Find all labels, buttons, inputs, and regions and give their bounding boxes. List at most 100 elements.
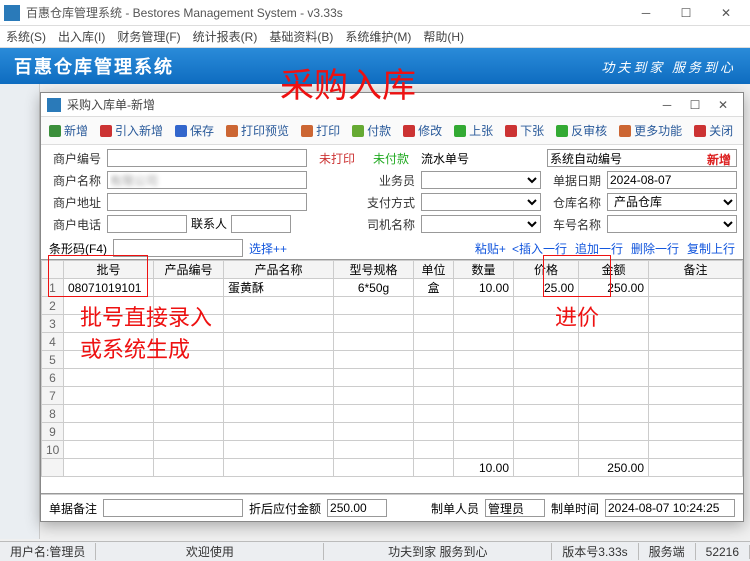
dialog-close-button[interactable]: ✕ — [709, 98, 737, 112]
maker-input — [485, 499, 545, 517]
warehouse-select[interactable]: 产品仓库 — [607, 193, 737, 211]
menu-report[interactable]: 统计报表(R) — [193, 28, 258, 45]
table-row[interactable]: 3 — [42, 315, 743, 333]
pay-select[interactable] — [421, 193, 541, 211]
menu-basic[interactable]: 基础资料(B) — [269, 28, 333, 45]
col-code[interactable]: 产品编号 — [154, 261, 224, 279]
add-button[interactable]: 新增 — [45, 120, 92, 141]
col-amt[interactable]: 金额 — [579, 261, 649, 279]
import-icon — [100, 125, 112, 137]
maximize-button[interactable]: ☐ — [666, 2, 706, 24]
import-button[interactable]: 引入新增 — [96, 120, 167, 141]
supplier-no-input[interactable] — [107, 149, 307, 167]
col-batch[interactable]: 批号 — [64, 261, 154, 279]
menu-maintain[interactable]: 系统维护(M) — [345, 28, 411, 45]
col-note[interactable]: 备注 — [649, 261, 743, 279]
status-user: 管理员 — [49, 545, 85, 559]
contact-input[interactable] — [231, 215, 291, 233]
plus-icon — [49, 125, 61, 137]
append-row-link[interactable]: 追加一行 — [575, 240, 623, 257]
table-row[interactable]: 2 — [42, 297, 743, 315]
print-icon — [301, 125, 313, 137]
copy-row-link[interactable]: 复制上行 — [687, 240, 735, 257]
sidebar — [0, 84, 40, 539]
serial-label: 流水单号 — [421, 150, 469, 167]
delete-row-link[interactable]: 删除一行 — [631, 240, 679, 257]
dialog-icon — [47, 98, 61, 112]
warehouse-label: 仓库名称 — [547, 194, 601, 211]
minimize-button[interactable]: ─ — [626, 2, 666, 24]
app-icon — [4, 5, 20, 21]
dialog-min-button[interactable]: ─ — [653, 98, 681, 112]
col-qty[interactable]: 数量 — [454, 261, 514, 279]
select-link[interactable]: 选择++ — [249, 240, 287, 257]
col-name[interactable]: 产品名称 — [224, 261, 334, 279]
addr-label: 商户地址 — [49, 194, 101, 211]
print-button[interactable]: 打印 — [297, 120, 344, 141]
table-row[interactable]: 5 — [42, 351, 743, 369]
barcode-input[interactable] — [113, 239, 243, 257]
discount-input[interactable] — [327, 499, 387, 517]
paste-link[interactable]: 粘贴+ — [475, 240, 506, 257]
more-button[interactable]: 更多功能 — [615, 120, 686, 141]
discount-label: 折后应付金额 — [249, 500, 321, 517]
date-input[interactable] — [607, 171, 737, 189]
pay-label: 支付方式 — [313, 194, 415, 211]
preview-button[interactable]: 打印预览 — [222, 120, 293, 141]
table-row[interactable]: 10 — [42, 441, 743, 459]
edit-button[interactable]: 修改 — [399, 120, 446, 141]
main-menubar: 系统(S) 出入库(I) 财务管理(F) 统计报表(R) 基础资料(B) 系统维… — [0, 26, 750, 48]
close-icon — [694, 125, 706, 137]
menu-help[interactable]: 帮助(H) — [423, 28, 464, 45]
banner: 百惠仓库管理系统 功夫到家 服务到心 — [0, 48, 750, 84]
main-titlebar: 百惠仓库管理系统 - Bestores Management System - … — [0, 0, 750, 26]
col-spec[interactable]: 型号规格 — [334, 261, 414, 279]
next-button[interactable]: 下张 — [501, 120, 548, 141]
driver-label: 司机名称 — [313, 216, 415, 233]
dialog-max-button[interactable]: ☐ — [681, 98, 709, 112]
table-row[interactable]: 4 — [42, 333, 743, 351]
date-label: 单据日期 — [547, 172, 601, 189]
supplier-name-input[interactable] — [107, 171, 307, 189]
insert-row-link[interactable]: <插入一行 — [512, 240, 567, 257]
table-row[interactable]: 108071019101蛋黄酥6*50g盒10.0025.00250.00 — [42, 279, 743, 297]
note-input[interactable] — [103, 499, 243, 517]
menu-system[interactable]: 系统(S) — [6, 28, 46, 45]
barcode-label: 条形码(F4) — [49, 240, 107, 257]
salesman-label: 业务员 — [313, 172, 415, 189]
more-icon — [619, 125, 631, 137]
col-unit[interactable]: 单位 — [414, 261, 454, 279]
car-select[interactable] — [607, 215, 737, 233]
mtime-input — [605, 499, 735, 517]
total-amt: 250.00 — [579, 459, 649, 477]
contact-label: 联系人 — [191, 215, 227, 233]
menu-io[interactable]: 出入库(I) — [58, 28, 105, 45]
close-dialog-button[interactable]: 关闭 — [690, 120, 737, 141]
pay-button[interactable]: 付款 — [348, 120, 395, 141]
salesman-select[interactable] — [421, 171, 541, 189]
banner-title: 百惠仓库管理系统 — [14, 53, 174, 79]
table-row[interactable]: 7 — [42, 387, 743, 405]
addr-input[interactable] — [107, 193, 307, 211]
status-server: 52216 — [696, 545, 750, 559]
table-row[interactable]: 6 — [42, 369, 743, 387]
app-title: 百惠仓库管理系统 - Bestores Management System - … — [26, 4, 626, 21]
anti-audit-button[interactable]: 反审核 — [552, 120, 611, 141]
status-welcome: 欢迎使用 — [96, 543, 324, 560]
prev-button[interactable]: 上张 — [450, 120, 497, 141]
pay-icon — [352, 125, 364, 137]
tel-input[interactable] — [107, 215, 187, 233]
header-form: 商户编号 未打印 未付款 流水单号 商户名称 业务员 单据日期 商户地址 支付方… — [41, 145, 743, 237]
col-price[interactable]: 价格 — [514, 261, 579, 279]
close-button[interactable]: ✕ — [706, 2, 746, 24]
table-row[interactable]: 9 — [42, 423, 743, 441]
driver-select[interactable] — [421, 215, 541, 233]
menu-finance[interactable]: 财务管理(F) — [117, 28, 180, 45]
dialog-toolbar: 新增 引入新增 保存 打印预览 打印 付款 修改 上张 下张 反审核 更多功能 … — [41, 117, 743, 145]
save-button[interactable]: 保存 — [171, 120, 218, 141]
banner-slogan: 功夫到家 服务到心 — [601, 57, 736, 76]
table-row[interactable]: 8 — [42, 405, 743, 423]
detail-grid[interactable]: 批号 产品编号 产品名称 型号规格 单位 数量 价格 金额 备注 1080710… — [41, 259, 743, 494]
maker-label: 制单人员 — [431, 500, 479, 517]
up-icon — [454, 125, 466, 137]
